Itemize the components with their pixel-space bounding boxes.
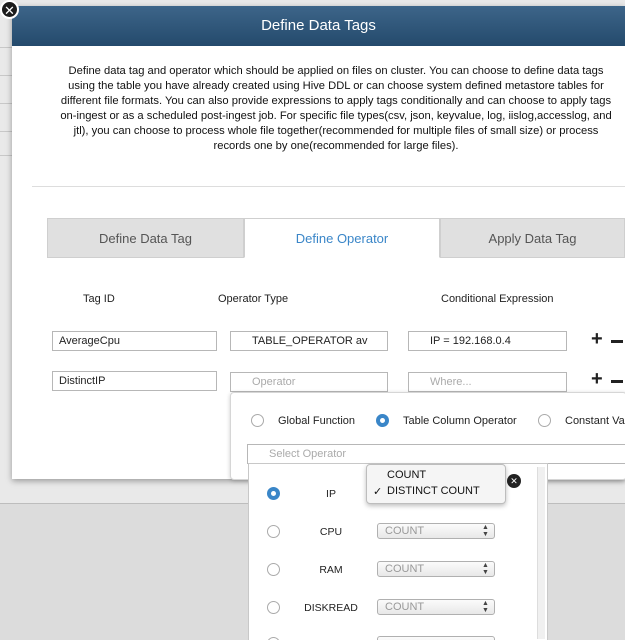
operator-input[interactable]: TABLE_OPERATOR av [230, 331, 388, 351]
header-tag-id: Tag ID [83, 293, 115, 305]
tab-apply-data-tag[interactable]: Apply Data Tag [440, 218, 625, 258]
header-operator-type: Operator Type [218, 293, 289, 305]
list-scrollbar[interactable] [537, 467, 545, 639]
radio-column-ram[interactable] [267, 563, 280, 576]
tag-id-input[interactable]: DistinctIP [52, 371, 217, 391]
select-arrows-icon: ▲▼ [482, 562, 489, 576]
modal-title: Define Data Tags [12, 6, 625, 46]
radio-label: Constant Val [565, 415, 625, 427]
tag-id-input[interactable]: AverageCpu [52, 331, 217, 351]
radio-column-cpu[interactable] [267, 525, 280, 538]
radio-table-column-operator[interactable] [376, 414, 389, 427]
radio-label: Global Function [278, 415, 356, 427]
column-name: DISKREAD [304, 602, 358, 614]
expression-input[interactable]: IP = 192.168.0.4 [408, 331, 567, 351]
column-name: CPU [319, 526, 343, 538]
radio-constant-value[interactable] [538, 414, 551, 427]
header-conditional-expression: Conditional Expression [441, 293, 554, 305]
check-icon: ✓ [373, 486, 383, 498]
operator-input[interactable]: Operator [230, 372, 388, 392]
radio-global-function[interactable] [251, 414, 264, 427]
operator-dropdown-menu: COUNT ✓ DISTINCT COUNT [366, 464, 506, 504]
column-name: RAM [319, 564, 343, 576]
dropdown-option-distinct-count[interactable]: DISTINCT COUNT [387, 485, 480, 497]
select-value: COUNT [385, 563, 425, 575]
select-value: COUNT [385, 525, 425, 537]
operator-select[interactable] [377, 636, 495, 640]
tab-bar: Define Data Tag Define Operator Apply Da… [47, 218, 625, 260]
remove-row-icon[interactable] [611, 380, 623, 383]
radio-label: Table Column Operator [403, 415, 517, 427]
select-value: COUNT [385, 601, 425, 613]
radio-column-ip[interactable] [267, 487, 280, 500]
operator-select[interactable]: COUNT ▲▼ [377, 561, 495, 577]
remove-column-icon[interactable]: ✕ [507, 474, 521, 488]
close-icon[interactable]: ✕ [0, 0, 19, 19]
remove-row-icon[interactable] [611, 340, 623, 343]
expression-input[interactable]: Where... [408, 372, 567, 392]
tab-define-data-tag[interactable]: Define Data Tag [47, 218, 244, 258]
divider [32, 186, 625, 187]
select-arrows-icon: ▲▼ [482, 524, 489, 538]
operator-select[interactable]: COUNT ▲▼ [377, 599, 495, 615]
tab-define-operator[interactable]: Define Operator [244, 218, 440, 258]
select-arrows-icon: ▲▼ [482, 600, 489, 614]
select-operator-input[interactable]: Select Operator [247, 444, 625, 464]
modal-description: Define data tag and operator which shoul… [60, 65, 612, 152]
add-row-icon[interactable]: + [591, 369, 603, 389]
dropdown-option-count[interactable]: COUNT [387, 469, 426, 481]
add-row-icon[interactable]: + [591, 329, 603, 349]
operator-select[interactable]: COUNT ▲▼ [377, 523, 495, 539]
radio-column-diskread[interactable] [267, 601, 280, 614]
column-name: IP [326, 488, 336, 500]
